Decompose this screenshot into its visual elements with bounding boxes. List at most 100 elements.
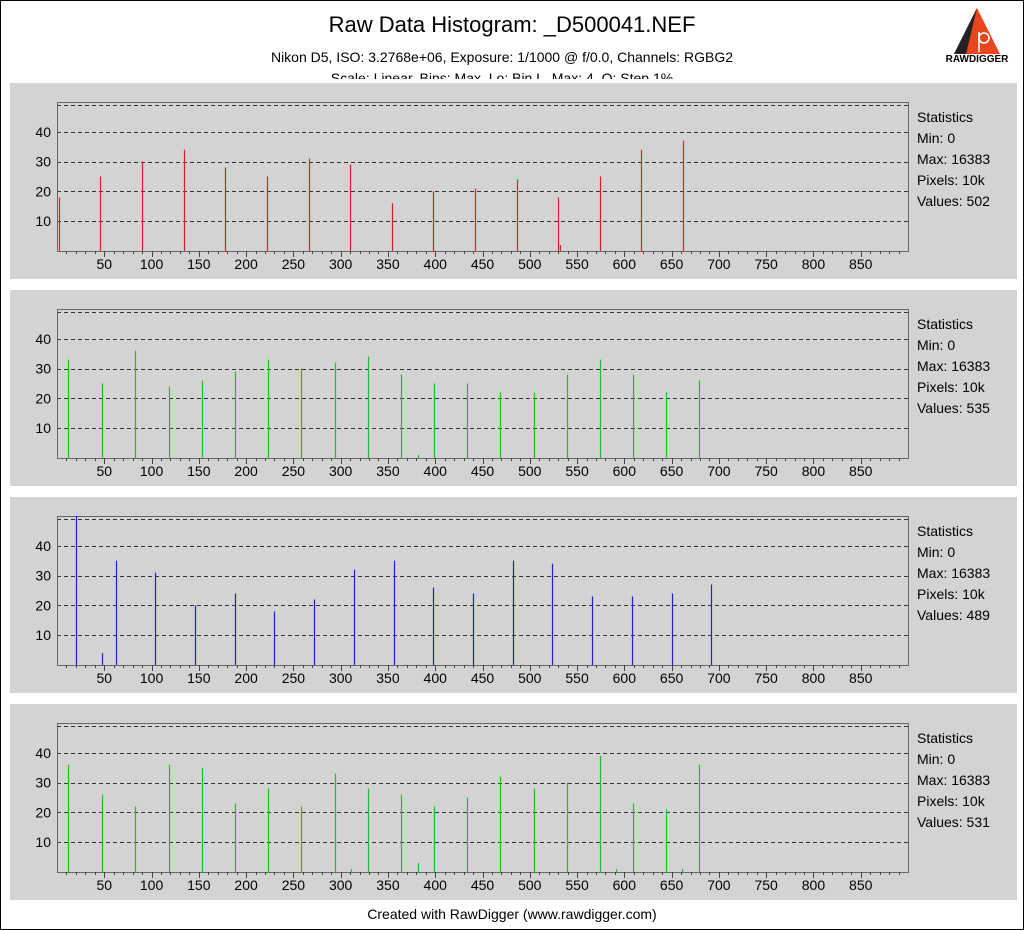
stats-pixels: Pixels: 10k	[917, 793, 985, 809]
stats-title: Statistics	[917, 730, 974, 746]
x-tick-label: 200	[234, 256, 258, 272]
x-tick-label: 150	[187, 877, 211, 893]
logo-text: RAWDIGGER	[945, 54, 1009, 65]
histogram-plot-b: 10 20 30 40 50 100 150 200 250 300 350 400 450 500 550…	[35, 516, 909, 686]
y-tick-label: 10	[35, 213, 51, 229]
x-tick-label: 50	[96, 463, 112, 479]
plot-border	[57, 309, 909, 459]
chart-title: Raw Data Histogram: _D500041.NEF	[328, 12, 696, 37]
histogram-plot-g2: 10 20 30 40 50 100 150 200 250 300 350 400 450 500 550…	[35, 723, 909, 893]
x-tick-label: 800	[802, 670, 826, 686]
x-tick-label: 850	[849, 877, 873, 893]
x-tick-label: 350	[376, 256, 400, 272]
y-tick-label: 10	[35, 420, 51, 436]
histogram-panel-b: 10 20 30 40 50 100 150 200 250 300 350 400 450 500 550…	[10, 497, 1017, 693]
x-tick-label: 50	[96, 256, 112, 272]
x-tick-label: 850	[849, 670, 873, 686]
stats-pixels: Pixels: 10k	[917, 172, 985, 188]
plot-border	[57, 723, 909, 873]
chart-subtitle-clipped: Scale: Linear, Bins: Max, Lo: Bin L, Max…	[330, 70, 674, 79]
stats-max: Max: 16383	[917, 151, 991, 167]
x-tick-label: 650	[660, 877, 684, 893]
stats-values: Values: 502	[917, 193, 990, 209]
chart-subtitle: Nikon D5, ISO: 3.2768e+06, Exposure: 1/1…	[270, 49, 734, 65]
stats-values: Values: 531	[917, 814, 990, 830]
stats-min: Min: 0	[917, 130, 956, 146]
x-tick-label: 200	[234, 877, 258, 893]
x-tick-label: 500	[518, 670, 542, 686]
y-tick-label: 20	[35, 597, 51, 613]
x-tick-label: 250	[282, 670, 306, 686]
y-tick-label: 40	[35, 331, 51, 347]
y-tick-label: 20	[35, 183, 51, 199]
x-tick-label: 800	[802, 463, 826, 479]
x-tick-label: 100	[140, 256, 164, 272]
stats-title: Statistics	[917, 316, 974, 332]
x-tick-label: 650	[660, 256, 684, 272]
x-tick-label: 850	[849, 463, 873, 479]
x-tick-label: 700	[707, 670, 731, 686]
stats-title: Statistics	[917, 109, 974, 125]
y-tick-label: 30	[35, 775, 51, 791]
footer-credit: Created with RawDigger (www.rawdigger.co…	[367, 906, 657, 922]
y-tick-label: 30	[35, 361, 51, 377]
x-tick-label: 450	[471, 877, 495, 893]
y-tick-label: 20	[35, 804, 51, 820]
y-tick-label: 20	[35, 390, 51, 406]
x-tick-label: 50	[96, 670, 112, 686]
x-tick-label: 750	[754, 256, 778, 272]
x-tick-label: 450	[471, 463, 495, 479]
x-tick-label: 850	[849, 256, 873, 272]
x-tick-label: 50	[96, 877, 112, 893]
stats-block-b: Statistics Min: 0 Max: 16383 Pixels: 10k…	[917, 521, 990, 626]
x-tick-label: 450	[471, 256, 495, 272]
x-tick-label: 750	[754, 877, 778, 893]
x-tick-label: 250	[282, 256, 306, 272]
stats-min: Min: 0	[917, 337, 956, 353]
histogram-panel-r: 10 20 30 40 50 100 150 200 250 300 350 400 450 500 550…	[10, 83, 1017, 279]
x-tick-label: 650	[660, 670, 684, 686]
stats-values: Values: 489	[917, 607, 990, 623]
y-tick-label: 40	[35, 124, 51, 140]
stats-pixels: Pixels: 10k	[917, 379, 985, 395]
y-tick-label: 40	[35, 538, 51, 554]
stats-title: Statistics	[917, 523, 974, 539]
histogram-plot-r: 10 20 30 40 50 100 150 200 250 300 350 400 450 500 550…	[35, 102, 909, 272]
stats-pixels: Pixels: 10k	[917, 586, 985, 602]
x-tick-label: 250	[282, 463, 306, 479]
x-tick-label: 200	[234, 463, 258, 479]
x-tick-label: 300	[329, 463, 353, 479]
x-tick-label: 400	[424, 256, 448, 272]
x-tick-label: 550	[565, 877, 589, 893]
stats-max: Max: 16383	[917, 565, 991, 581]
stats-block-g2: Statistics Min: 0 Max: 16383 Pixels: 10k…	[917, 728, 990, 833]
x-tick-label: 600	[613, 256, 637, 272]
x-tick-label: 750	[754, 670, 778, 686]
y-tick-label: 10	[35, 627, 51, 643]
x-tick-label: 250	[282, 877, 306, 893]
x-tick-label: 150	[187, 670, 211, 686]
x-tick-label: 300	[329, 877, 353, 893]
x-tick-label: 400	[424, 463, 448, 479]
histogram-panel-g2: 10 20 30 40 50 100 150 200 250 300 350 400 450 500 550…	[10, 704, 1017, 900]
x-tick-label: 200	[234, 670, 258, 686]
x-tick-label: 700	[707, 463, 731, 479]
stats-block-r: Statistics Min: 0 Max: 16383 Pixels: 10k…	[917, 107, 990, 212]
plot-border	[57, 516, 909, 666]
x-tick-label: 300	[329, 256, 353, 272]
x-tick-label: 600	[613, 670, 637, 686]
stats-max: Max: 16383	[917, 358, 991, 374]
x-tick-label: 550	[565, 670, 589, 686]
x-tick-label: 800	[802, 256, 826, 272]
x-tick-label: 150	[187, 463, 211, 479]
x-tick-label: 700	[707, 256, 731, 272]
x-tick-label: 600	[613, 877, 637, 893]
x-tick-label: 550	[565, 463, 589, 479]
y-tick-label: 10	[35, 834, 51, 850]
x-tick-label: 350	[376, 670, 400, 686]
x-tick-label: 750	[754, 463, 778, 479]
rawdigger-logo: RAWDIGGER	[944, 6, 1010, 68]
x-tick-label: 300	[329, 670, 353, 686]
x-tick-label: 100	[140, 463, 164, 479]
x-tick-label: 550	[565, 256, 589, 272]
